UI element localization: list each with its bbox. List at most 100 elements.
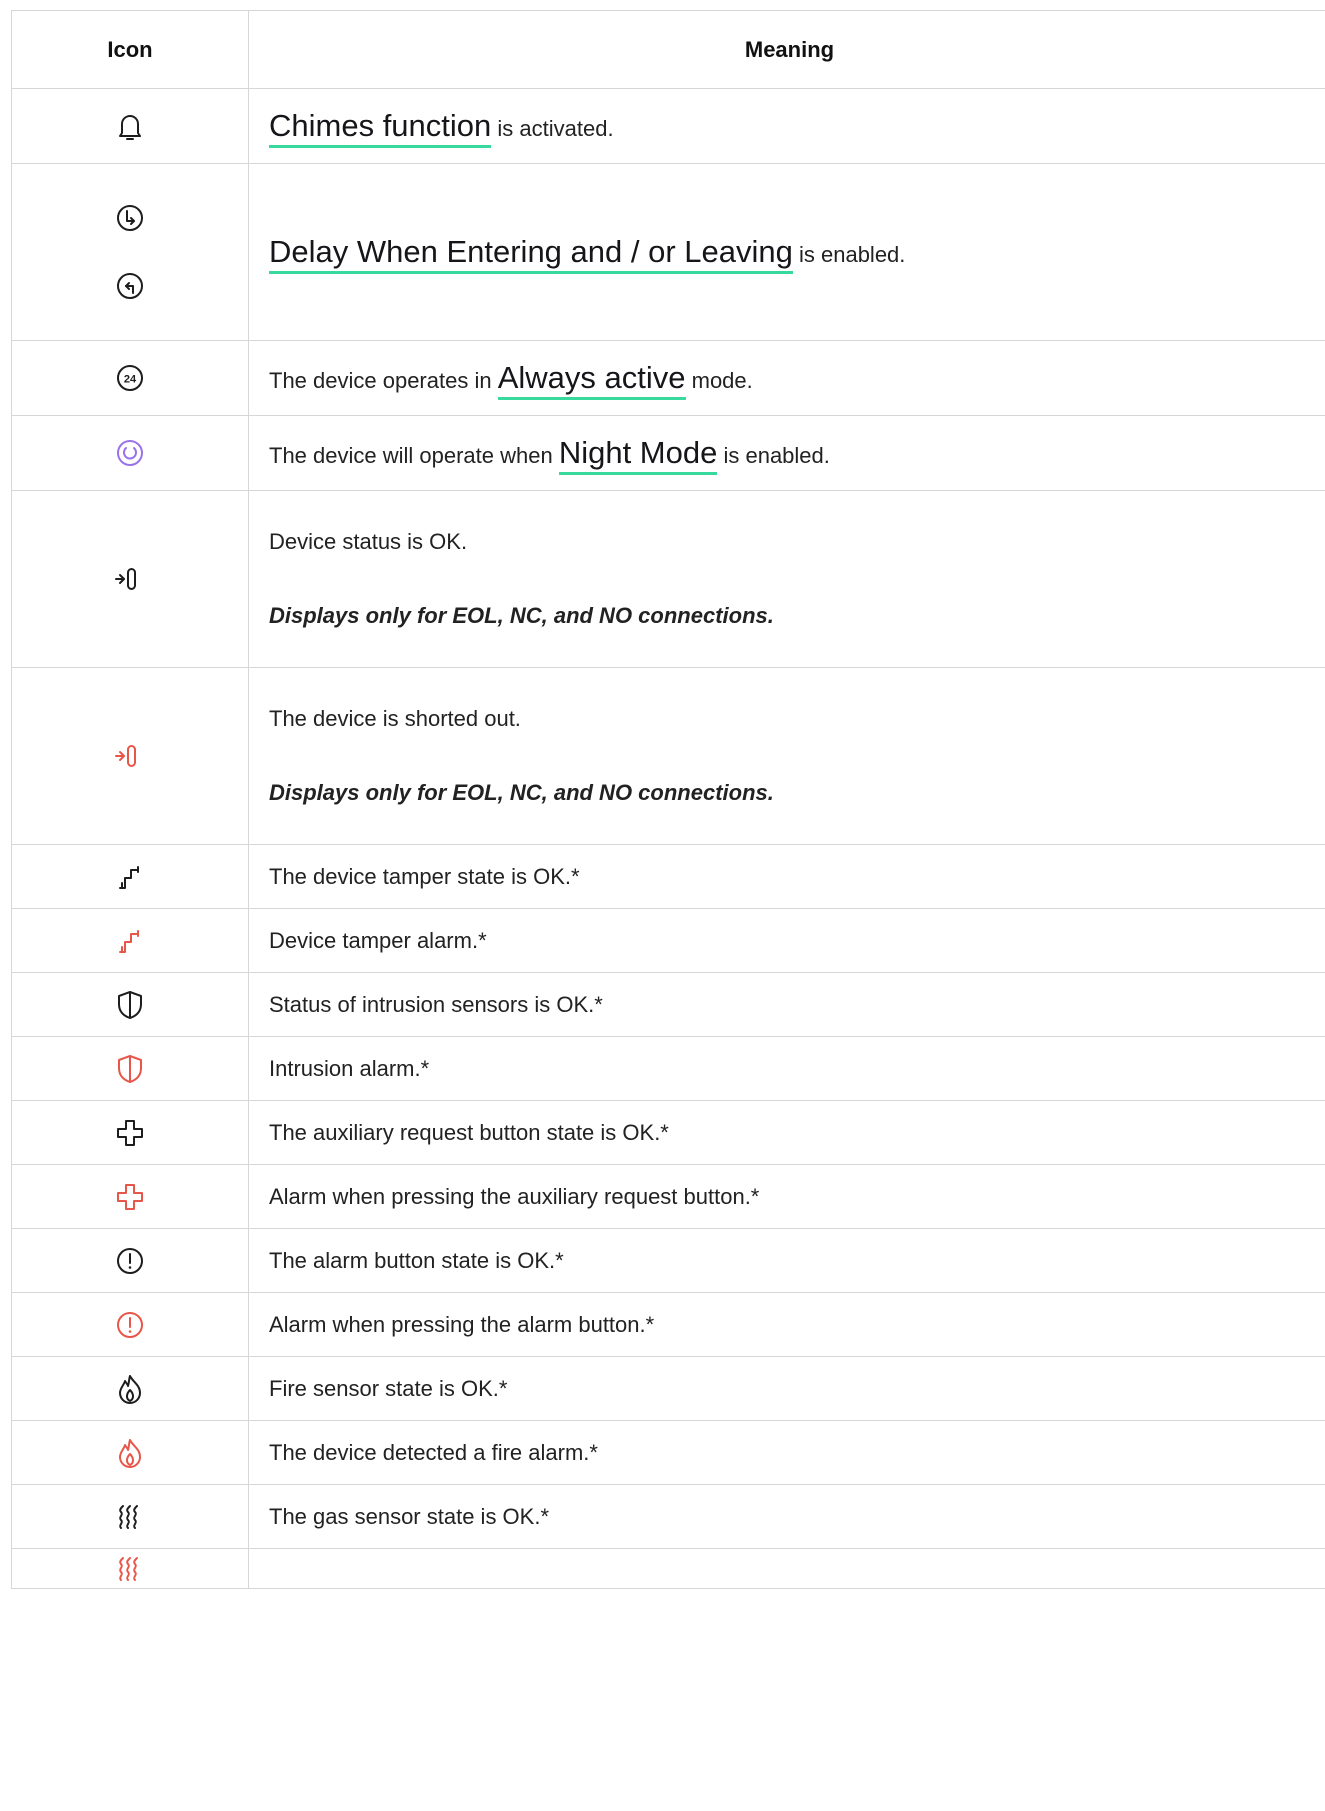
meaning-text: The device tamper state is OK.*: [269, 863, 580, 889]
shield-icon: [112, 987, 148, 1023]
meaning-text: Fire sensor state is OK.*: [269, 1375, 508, 1401]
table-row: The device is shorted out. Displays only …: [11, 667, 1325, 845]
table-row: [11, 1548, 1325, 1589]
shield-alarm-icon: [112, 1051, 148, 1087]
meaning-cell: Chimes function is activated.: [248, 88, 1325, 164]
icon-cell: [11, 972, 249, 1037]
meaning-cell: The device is shorted out. Displays only …: [248, 667, 1325, 845]
connection-short-icon: [112, 738, 148, 774]
flame-icon: [112, 1371, 148, 1407]
table-row: Delay When Entering and / or Leaving is …: [11, 163, 1325, 341]
icon-cell: [11, 1420, 249, 1485]
delay-entering-icon: [112, 200, 148, 236]
icon-column-header: Icon: [11, 10, 249, 89]
tamper-icon: [112, 859, 148, 895]
meaning-text: The alarm button state is OK.*: [269, 1247, 564, 1273]
icon-cell: [11, 490, 249, 668]
table-row: The auxiliary request button state is OK…: [11, 1100, 1325, 1165]
meaning-link[interactable]: Night Mode: [558, 435, 718, 475]
icon-cell: [11, 163, 249, 341]
meaning-note: Displays only for EOL, NC, and NO connec…: [269, 780, 774, 805]
bell-icon: [112, 108, 148, 144]
table-row: The device will operate when Night Mode …: [11, 415, 1325, 491]
icon-cell: [11, 844, 249, 909]
meaning-note: Displays only for EOL, NC, and NO connec…: [269, 603, 774, 628]
meaning-cell: [248, 1548, 1325, 1589]
delay-leaving-icon: [112, 268, 148, 304]
icon-cell: [11, 1484, 249, 1549]
meaning-cell: The device will operate when Night Mode …: [248, 415, 1325, 491]
icon-cell: 24: [11, 340, 249, 416]
table-row: Intrusion alarm.*: [11, 1036, 1325, 1101]
icon-cell: [11, 1356, 249, 1421]
meaning-text: The device detected a fire alarm.*: [269, 1439, 598, 1465]
meaning-text-suffix: is enabled.: [717, 443, 830, 468]
meaning-cell: Alarm when pressing the alarm button.*: [248, 1292, 1325, 1357]
meaning-text-suffix: is activated.: [491, 116, 614, 141]
table-row: Alarm when pressing the auxiliary reques…: [11, 1164, 1325, 1229]
table-row: 24 The device operates in Always active m…: [11, 340, 1325, 416]
gas-alarm-icon: [112, 1551, 148, 1587]
meaning-column-header: Meaning: [248, 10, 1325, 89]
meaning-cell: The gas sensor state is OK.*: [248, 1484, 1325, 1549]
meaning-text: Alarm when pressing the auxiliary reques…: [269, 1183, 760, 1209]
table-row: Alarm when pressing the alarm button.*: [11, 1292, 1325, 1357]
meaning-cell: Device tamper alarm.*: [248, 908, 1325, 973]
exclamation-icon: [112, 1243, 148, 1279]
table-row: Device status is OK. Displays only for EO…: [11, 490, 1325, 668]
meaning-link[interactable]: Chimes function: [269, 108, 492, 148]
table-body: Chimes function is activated. Delay When …: [11, 88, 1325, 1589]
icon-cell: [11, 1292, 249, 1357]
meaning-cell: The device tamper state is OK.*: [248, 844, 1325, 909]
meaning-text: The device is shorted out.: [269, 706, 521, 731]
icon-cell: [11, 1164, 249, 1229]
meaning-text: Intrusion alarm.*: [269, 1055, 430, 1081]
meaning-text-suffix: is enabled.: [792, 242, 906, 267]
always-active-24-icon: 24: [112, 360, 148, 396]
icon-cell: [11, 88, 249, 164]
meaning-cell: Device status is OK. Displays only for EO…: [248, 490, 1325, 668]
meaning-cell: Alarm when pressing the auxiliary reques…: [248, 1164, 1325, 1229]
meaning-text: Device tamper alarm.*: [269, 927, 487, 953]
meaning-link[interactable]: Delay When Entering and / or Leaving: [269, 234, 793, 274]
meaning-cell: Status of intrusion sensors is OK.*: [248, 972, 1325, 1037]
table-header-row: Icon Meaning: [11, 10, 1325, 89]
cross-icon: [112, 1115, 148, 1151]
meaning-text: Device status is OK.: [269, 529, 468, 554]
meaning-cell: The device detected a fire alarm.*: [248, 1420, 1325, 1485]
tamper-alarm-icon: [112, 923, 148, 959]
meaning-text: The gas sensor state is OK.*: [269, 1503, 550, 1529]
meaning-cell: The auxiliary request button state is OK…: [248, 1100, 1325, 1165]
table-row: Fire sensor state is OK.*: [11, 1356, 1325, 1421]
cross-alarm-icon: [112, 1179, 148, 1215]
table-row: Status of intrusion sensors is OK.*: [11, 972, 1325, 1037]
table-row: The device detected a fire alarm.*: [11, 1420, 1325, 1485]
meaning-text: The auxiliary request button state is OK…: [269, 1119, 669, 1145]
icon-meaning-table: Icon Meaning Chimes function is activate…: [11, 10, 1325, 1589]
table-row: The device tamper state is OK.*: [11, 844, 1325, 909]
exclamation-alarm-icon: [112, 1307, 148, 1343]
meaning-text: The device will operate when: [269, 443, 559, 468]
svg-text:24: 24: [124, 374, 137, 386]
table-row: Chimes function is activated.: [11, 88, 1325, 164]
meaning-text: Status of intrusion sensors is OK.*: [269, 991, 603, 1017]
flame-alarm-icon: [112, 1435, 148, 1471]
icon-cell: [11, 1036, 249, 1101]
table-row: Device tamper alarm.*: [11, 908, 1325, 973]
meaning-text: Alarm when pressing the alarm button.*: [269, 1311, 655, 1337]
gas-icon: [112, 1499, 148, 1535]
icon-cell: [11, 1228, 249, 1293]
meaning-cell: Intrusion alarm.*: [248, 1036, 1325, 1101]
connection-icon: [112, 561, 148, 597]
table-row: The gas sensor state is OK.*: [11, 1484, 1325, 1549]
night-mode-icon: [112, 435, 148, 471]
meaning-link[interactable]: Always active: [497, 360, 686, 400]
meaning-cell: Delay When Entering and / or Leaving is …: [248, 163, 1325, 341]
meaning-text: The device operates in: [269, 368, 498, 393]
icon-cell: [11, 667, 249, 845]
meaning-cell: The alarm button state is OK.*: [248, 1228, 1325, 1293]
table-row: The alarm button state is OK.*: [11, 1228, 1325, 1293]
icon-cell: [11, 1548, 249, 1589]
icon-cell: [11, 1100, 249, 1165]
icon-cell: [11, 415, 249, 491]
